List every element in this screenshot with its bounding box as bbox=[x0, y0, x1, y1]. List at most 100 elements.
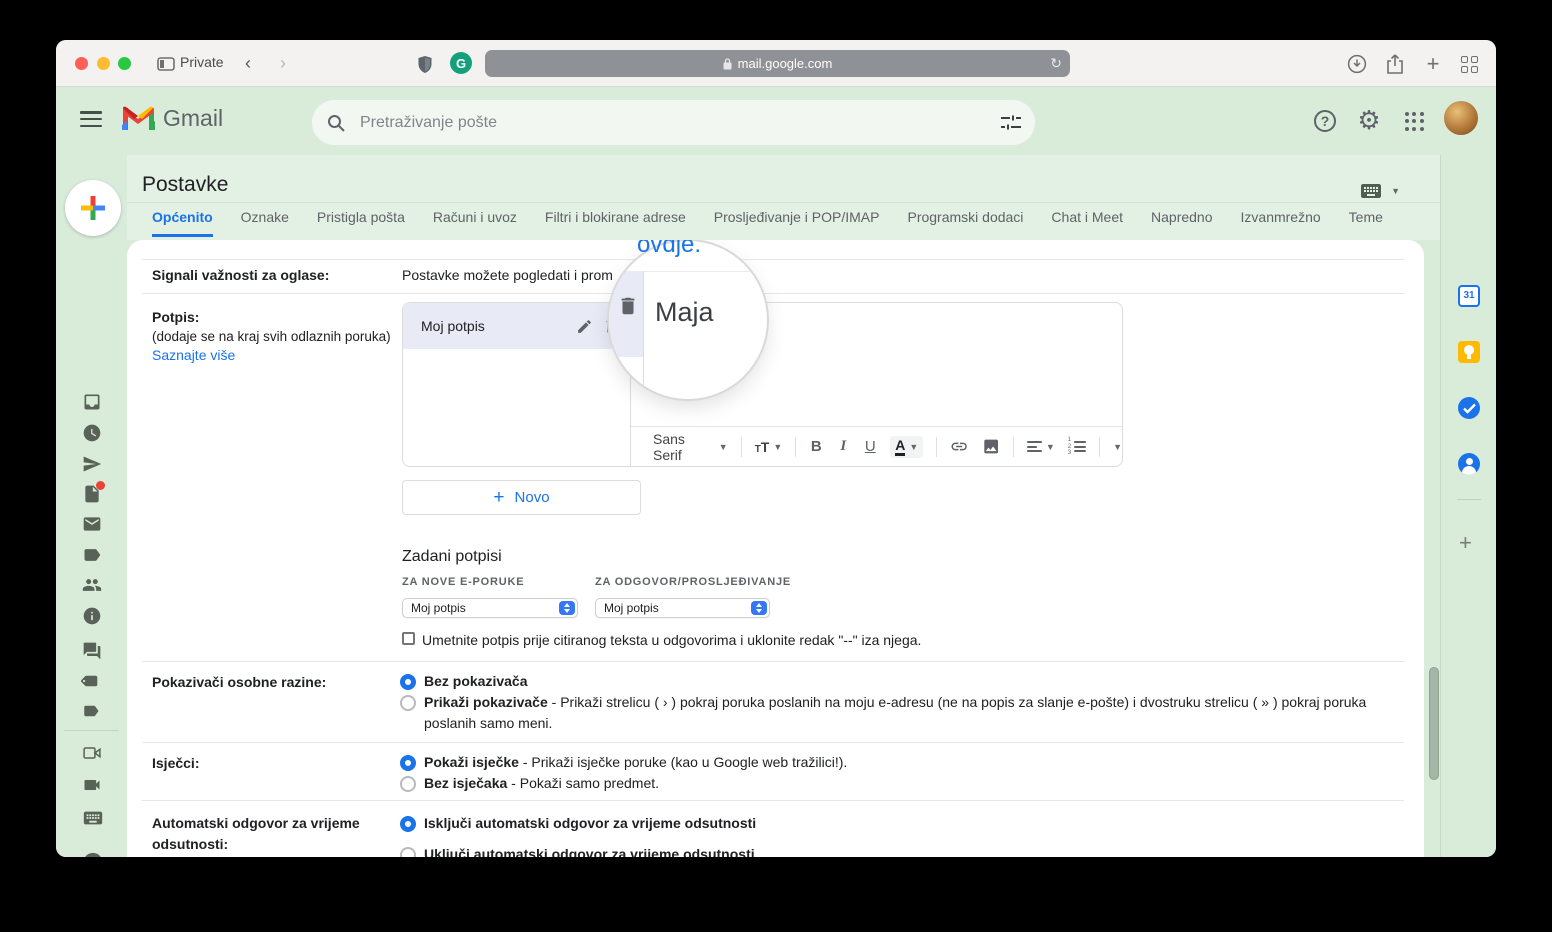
address-bar[interactable]: mail.google.com ↻ bbox=[485, 50, 1070, 77]
tab-izvanmrezno[interactable]: Izvanmrežno bbox=[1241, 209, 1321, 237]
minimize-window-button[interactable] bbox=[97, 57, 110, 70]
learn-more-link[interactable]: Saznajte više bbox=[152, 347, 235, 363]
shield-icon[interactable] bbox=[412, 51, 438, 77]
keep-icon[interactable] bbox=[1458, 341, 1480, 363]
tab-racuni-i-uvoz[interactable]: Računi i uvoz bbox=[433, 209, 517, 237]
meet-new-icon[interactable] bbox=[82, 743, 102, 763]
gmail-m-icon bbox=[122, 106, 155, 131]
tab-pristigla-posta[interactable]: Pristigla pošta bbox=[317, 209, 405, 237]
add-addon-icon[interactable]: + bbox=[1459, 530, 1472, 556]
chevron-down-icon: ▼ bbox=[719, 442, 728, 452]
overflow-link[interactable]: ovdje. bbox=[637, 240, 701, 259]
inbox-icon[interactable] bbox=[82, 392, 102, 412]
account-avatar[interactable] bbox=[1444, 101, 1478, 135]
tab-filtri[interactable]: Filtri i blokirane adrese bbox=[545, 209, 686, 237]
signature-select-reply[interactable]: Moj potpis bbox=[595, 598, 770, 618]
settings-tabs: Općenito Oznake Pristigla pošta Računi i… bbox=[152, 209, 1383, 237]
mail-icon[interactable] bbox=[82, 514, 102, 534]
signature-label: Potpis: bbox=[152, 307, 392, 328]
radio-selected[interactable] bbox=[400, 755, 416, 771]
compose-icon bbox=[78, 193, 108, 223]
sidebar-toggle-icon[interactable] bbox=[153, 51, 179, 77]
numbered-list-button[interactable]: 123 bbox=[1068, 438, 1086, 455]
download-icon[interactable] bbox=[1344, 51, 1370, 77]
sent-icon[interactable] bbox=[82, 454, 102, 474]
tag-icon[interactable] bbox=[82, 672, 102, 692]
meet-join-icon[interactable] bbox=[82, 775, 102, 795]
tab-opcenito[interactable]: Općenito bbox=[152, 209, 213, 237]
rail-divider bbox=[1457, 499, 1481, 500]
radio-selected[interactable] bbox=[400, 816, 416, 832]
tab-oznake[interactable]: Oznake bbox=[241, 209, 289, 237]
keyboard-icon[interactable] bbox=[82, 807, 102, 827]
reload-icon[interactable]: ↻ bbox=[1050, 55, 1062, 72]
search-options-icon[interactable] bbox=[1001, 114, 1021, 132]
tab-prosljedjivanje[interactable]: Prosljeđivanje i POP/IMAP bbox=[714, 209, 880, 237]
drafts-icon[interactable] bbox=[82, 484, 102, 504]
gmail-logo[interactable]: Gmail bbox=[122, 105, 223, 132]
input-method-selector[interactable]: ▼ bbox=[1359, 179, 1400, 203]
snoozed-icon[interactable] bbox=[82, 423, 102, 443]
radio-selected[interactable] bbox=[400, 674, 416, 690]
text-color-button[interactable]: A▼ bbox=[890, 436, 923, 458]
checkbox[interactable] bbox=[402, 632, 415, 645]
tag-icon[interactable] bbox=[82, 702, 102, 722]
link-icon[interactable] bbox=[950, 437, 968, 456]
apps-grid-icon[interactable] bbox=[1400, 107, 1428, 135]
radio-unselected[interactable] bbox=[400, 847, 416, 857]
screenshot-canvas: Private ‹ › G mail.google.com ↻ + bbox=[0, 0, 1552, 932]
snippets-options: Pokaži isječke - Prikaži isječke poruke … bbox=[400, 752, 1394, 794]
tasks-icon[interactable] bbox=[1458, 397, 1480, 419]
tab-teme[interactable]: Teme bbox=[1349, 209, 1383, 237]
tab-napredno[interactable]: Napredno bbox=[1151, 209, 1213, 237]
font-family-selector[interactable]: Sans Serif▼ bbox=[653, 431, 728, 463]
align-button[interactable]: ▼ bbox=[1027, 439, 1055, 455]
underline-button[interactable]: U bbox=[863, 438, 877, 455]
new-tab-icon[interactable]: + bbox=[1420, 51, 1446, 77]
tab-programski-dodaci[interactable]: Programski dodaci bbox=[907, 209, 1023, 237]
signature-list-item[interactable]: Moj potpis bbox=[403, 303, 630, 349]
ads-row-value: Postavke možete pogledati i prom bbox=[402, 265, 613, 286]
contacts-icon[interactable] bbox=[1458, 453, 1480, 475]
back-icon[interactable]: ‹ bbox=[245, 52, 251, 74]
signature-select-new[interactable]: Moj potpis bbox=[402, 598, 578, 618]
radio-unselected[interactable] bbox=[400, 776, 416, 792]
compose-button[interactable] bbox=[65, 180, 121, 236]
settings-gear-icon[interactable]: ⚙ bbox=[1355, 107, 1383, 135]
help-icon[interactable]: ? bbox=[1311, 107, 1339, 135]
search-input[interactable]: Pretraživanje pošte bbox=[312, 100, 1035, 145]
option-no-indicators: Bez pokazivača bbox=[400, 671, 1394, 692]
option-show-snippets: Pokaži isječke - Prikaži isječke poruke … bbox=[400, 752, 1394, 773]
chevron-down-icon: ▼ bbox=[1391, 186, 1400, 196]
scrollbar-thumb[interactable] bbox=[1429, 667, 1439, 780]
info-icon[interactable] bbox=[82, 606, 102, 626]
calendar-icon[interactable]: 31 bbox=[1458, 285, 1480, 307]
hangouts-quote-icon[interactable] bbox=[82, 851, 102, 857]
tab-overview-icon[interactable] bbox=[1456, 51, 1482, 77]
italic-button[interactable]: I bbox=[836, 438, 850, 455]
new-signature-button[interactable]: + Novo bbox=[402, 480, 641, 515]
more-formatting-icon[interactable]: ▼ bbox=[1113, 442, 1122, 452]
for-new-label: ZA NOVE E-PORUKE bbox=[402, 576, 524, 588]
edit-icon[interactable] bbox=[576, 318, 593, 335]
bold-button[interactable]: B bbox=[809, 438, 823, 455]
zoom-window-button[interactable] bbox=[118, 57, 131, 70]
close-window-button[interactable] bbox=[75, 57, 88, 70]
formatting-toolbar: Sans Serif▼ TT▼ B I U A▼ ▼ 123 ▼ bbox=[631, 426, 1122, 466]
share-icon[interactable] bbox=[1382, 51, 1408, 77]
contacts-group-icon[interactable] bbox=[82, 575, 102, 595]
search-icon bbox=[326, 113, 346, 133]
signature-list: Moj potpis bbox=[403, 303, 631, 466]
font-size-button[interactable]: TT▼ bbox=[755, 439, 783, 455]
radio-unselected[interactable] bbox=[400, 695, 416, 711]
left-navigation-rail: Nem nedav chato Pokre nov bbox=[56, 155, 127, 857]
grammarly-icon[interactable]: G bbox=[448, 50, 474, 76]
tab-chat-i-meet[interactable]: Chat i Meet bbox=[1051, 209, 1123, 237]
label-icon[interactable] bbox=[82, 545, 102, 565]
settings-header-strip: Postavke ▼ Općenito Oznake Pristigla poš… bbox=[127, 155, 1440, 240]
chat-icon[interactable] bbox=[82, 641, 102, 661]
forward-icon[interactable]: › bbox=[280, 52, 286, 74]
gmail-header: Gmail Pretraživanje pošte ? ⚙ bbox=[56, 87, 1496, 155]
menu-icon[interactable] bbox=[80, 111, 102, 127]
image-icon[interactable] bbox=[982, 437, 1000, 456]
